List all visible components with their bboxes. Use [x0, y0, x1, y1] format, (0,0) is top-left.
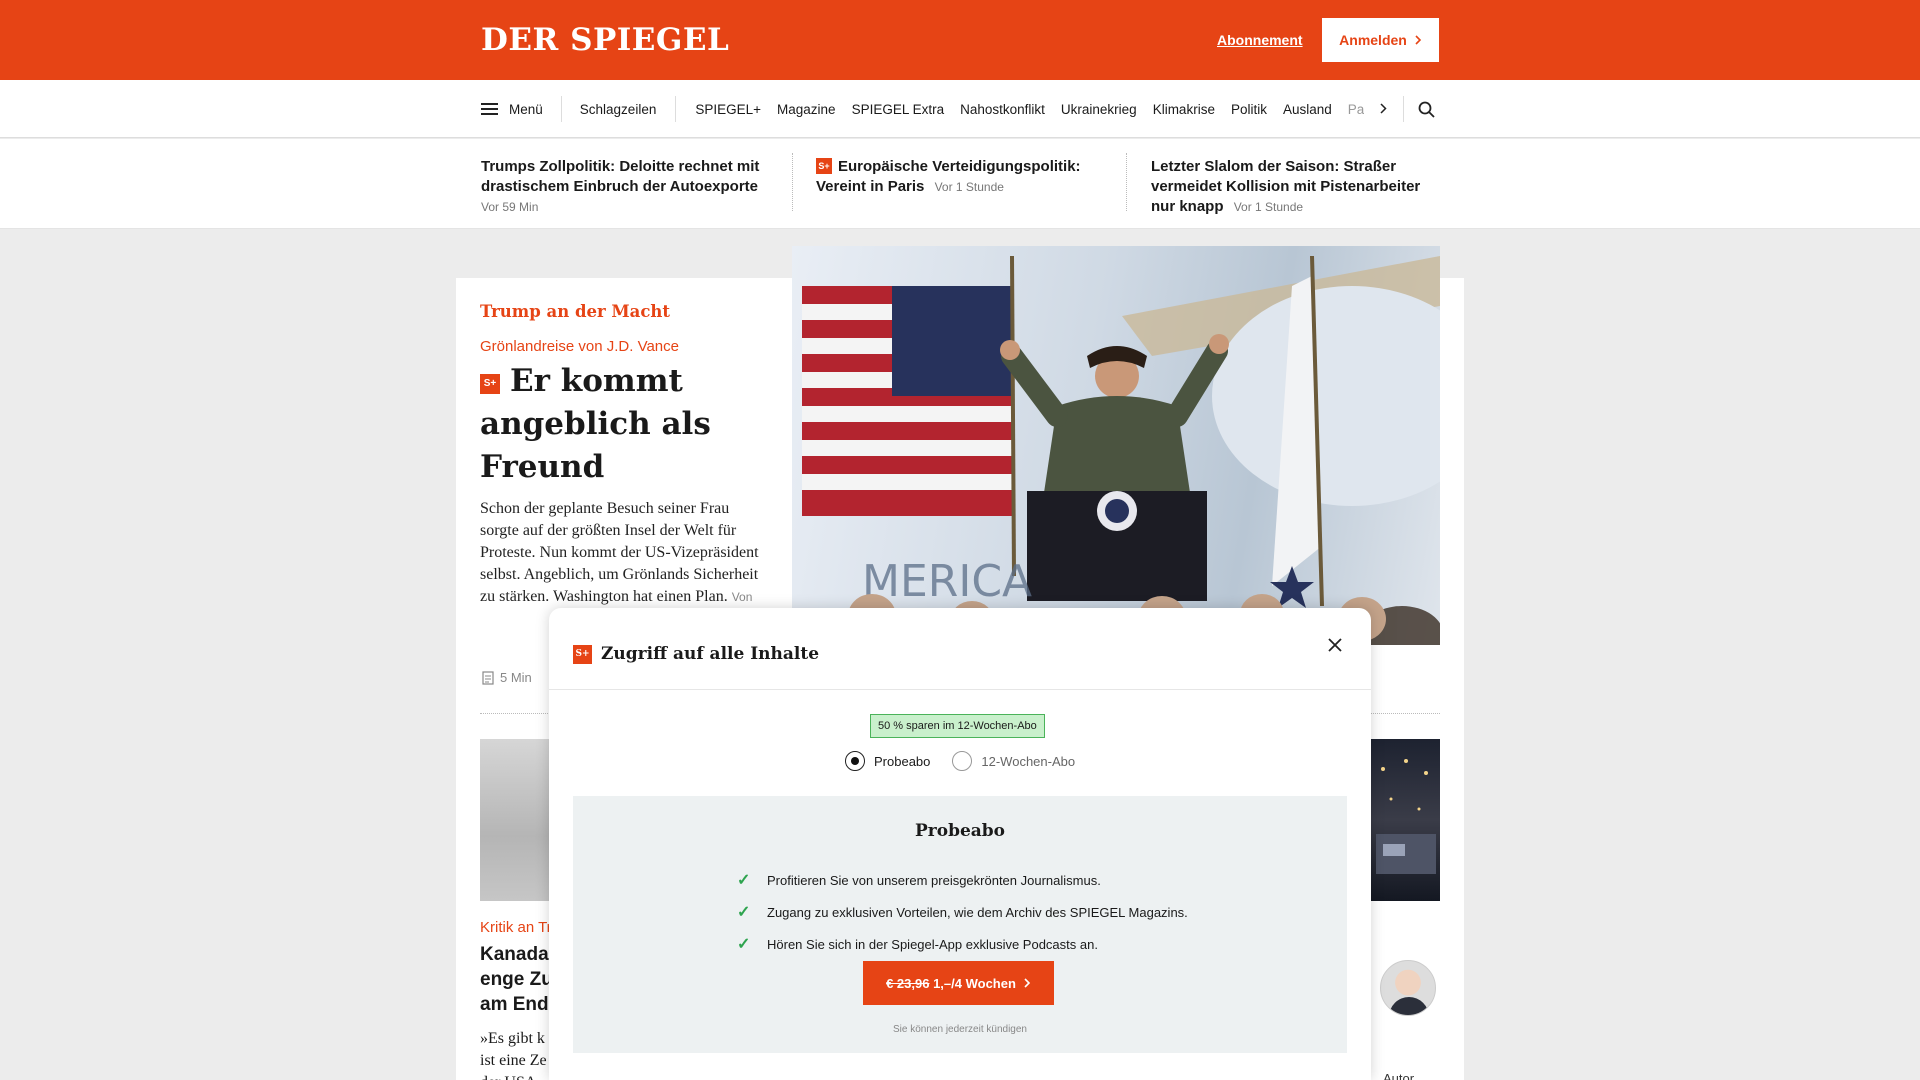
nav-item-schlagzeilen[interactable]: Schlagzeilen: [562, 96, 677, 122]
spiegel-logo[interactable]: DER SPIEGEL: [481, 22, 729, 58]
chevron-right-icon: [1024, 978, 1031, 988]
nav-item-spiegel-extra[interactable]: SPIEGEL Extra: [852, 102, 945, 117]
radio-label-probeabo: Probeabo: [874, 753, 931, 769]
spiegel-plus-icon: S+: [816, 158, 832, 174]
login-button[interactable]: Anmelden: [1322, 18, 1439, 62]
nav-item-nahostkonflikt[interactable]: Nahostkonflikt: [960, 102, 1045, 117]
article-image[interactable]: [1371, 739, 1440, 901]
author-caption: Autor: [1383, 1071, 1415, 1080]
modal-title: S+ Zugriff auf alle Inhalte: [573, 644, 819, 664]
cta-new-price: 1,–/4 Wochen: [933, 975, 1016, 991]
site-header: DER SPIEGEL Abonnement Anmelden: [0, 0, 1920, 80]
subscription-link[interactable]: Abonnement: [1217, 32, 1303, 48]
avatar-body: [1389, 997, 1429, 1015]
nav-item-ukrainekrieg[interactable]: Ukrainekrieg: [1061, 102, 1137, 117]
chevron-right-icon: [1415, 35, 1421, 45]
ticker-item[interactable]: Letzter Slalom der Saison: Straßer verme…: [1151, 157, 1441, 217]
read-time-label: 5 Min: [500, 670, 532, 685]
nav-scroll-right-button[interactable]: [1364, 96, 1405, 122]
checkmark-icon: ✓: [737, 904, 751, 921]
ticker-divider: [1126, 153, 1127, 211]
spiegel-plus-icon: S+: [480, 374, 500, 394]
ticker-divider: [792, 153, 793, 211]
document-icon: [482, 670, 494, 685]
search-icon: [1418, 101, 1435, 118]
subscription-modal: S+ Zugriff auf alle Inhalte 50 % sparen …: [549, 608, 1371, 1080]
menu-label: Menü: [509, 101, 543, 117]
modal-title-text: Zugriff auf alle Inhalte: [601, 644, 820, 664]
checkmark-icon: ✓: [737, 936, 751, 953]
main-navigation: Menü Schlagzeilen SPIEGEL+ Magazine SPIE…: [0, 80, 1920, 138]
radio-checked-icon: [845, 751, 865, 771]
modal-header: S+ Zugriff auf alle Inhalte: [549, 608, 1371, 690]
menu-button[interactable]: Menü: [481, 96, 562, 122]
radio-label-12-wochen-abo: 12-Wochen-Abo: [981, 753, 1076, 769]
benefit-item: ✓ Profitieren Sie von unserem preisgekrö…: [737, 864, 1188, 896]
subscribe-cta-button[interactable]: € 23,96 1,–/4 Wochen: [863, 961, 1054, 1005]
benefit-text: Hören Sie sich in der Spiegel-App exklus…: [767, 936, 1098, 952]
cta-price: € 23,96 1,–/4 Wochen: [886, 976, 1016, 991]
chevron-right-icon: [1380, 103, 1387, 114]
radio-unchecked-icon: [952, 751, 973, 771]
ticker-time: Vor 1 Stunde: [934, 180, 1004, 194]
article-teaser-line: ist eine Ze: [480, 1052, 547, 1069]
article-headline-line: Kanada: [480, 944, 549, 965]
close-icon: [1328, 638, 1342, 652]
nav-item-politik[interactable]: Politik: [1231, 102, 1267, 117]
article-kicker[interactable]: Kritik an Tr: [480, 919, 552, 936]
ticker-time: Vor 59 Min: [481, 200, 539, 214]
benefit-item: ✓ Zugang zu exklusiven Vorteilen, wie de…: [737, 896, 1188, 928]
benefit-list: ✓ Profitieren Sie von unserem preisgekrö…: [737, 864, 1188, 960]
read-time: 5 Min: [482, 670, 532, 685]
headline-ticker: Trumps Zollpolitik: Deloitte rechnet mit…: [0, 139, 1920, 229]
ticker-item[interactable]: S+ Europäische Verteidigungspolitik: Vere…: [816, 157, 1106, 197]
lead-teaser[interactable]: Schon der geplante Besuch seiner Frau so…: [480, 498, 765, 608]
benefit-text: Profitieren Sie von unserem preisgekrönt…: [767, 872, 1101, 888]
lead-kicker[interactable]: Trump an der Macht: [480, 302, 670, 321]
night-photo-illustration: [1376, 759, 1436, 874]
article-teaser-line: der USA: [480, 1072, 560, 1080]
ticker-item[interactable]: Trumps Zollpolitik: Deloitte rechnet mit…: [481, 157, 771, 217]
nav-item-ausland[interactable]: Ausland: [1283, 102, 1332, 117]
spiegel-plus-icon: S+: [573, 644, 592, 664]
lead-teaser-time: Von: [731, 590, 753, 604]
cancel-note: Sie können jederzeit kündigen: [893, 1024, 1027, 1035]
plan-selector: Probeabo 12-Wochen-Abo: [845, 751, 1097, 771]
article-headline-line: am End: [480, 994, 549, 1015]
nav-item-magazine[interactable]: Magazine: [777, 102, 836, 117]
offer-title: Probeabo: [914, 821, 1006, 841]
author-avatar[interactable]: [1380, 960, 1436, 1016]
lead-headline[interactable]: S+ Er kommt angeblich als Freund: [480, 360, 770, 489]
login-button-label: Anmelden: [1339, 32, 1407, 48]
radio-probeabo[interactable]: Probeabo: [845, 751, 930, 771]
article-teaser[interactable]: »Es gibt k ist eine Ze der USA: [480, 1028, 560, 1080]
hamburger-icon: [481, 103, 498, 115]
nav-item-spiegel-plus[interactable]: SPIEGEL+: [695, 102, 761, 117]
checkmark-icon: ✓: [737, 872, 751, 889]
ticker-title: Trumps Zollpolitik: Deloitte rechnet mit…: [481, 158, 760, 195]
offer-box: Probeabo ✓ Profitieren Sie von unserem p…: [573, 796, 1347, 1053]
search-button[interactable]: [1404, 101, 1448, 118]
article-headline-line: enge Zu: [480, 969, 553, 990]
benefit-text: Zugang zu exklusiven Vorteilen, wie dem …: [767, 904, 1188, 920]
lead-headline-text: Er kommt angeblich als Freund: [480, 363, 711, 485]
article-headline[interactable]: Kanada enge Zu am End: [480, 942, 560, 1017]
radio-12-wochen-abo[interactable]: 12-Wochen-Abo: [952, 751, 1075, 771]
lead-teaser-text: Schon der geplante Besuch seiner Frau so…: [480, 500, 759, 605]
benefit-item: ✓ Hören Sie sich in der Spiegel-App exkl…: [737, 928, 1188, 960]
nav-item-klimakrise[interactable]: Klimakrise: [1153, 102, 1215, 117]
hero-photo-illustration: MERICA: [792, 255, 1440, 645]
nav-item-panorama[interactable]: Panorama: [1348, 102, 1365, 117]
promo-badge: 50 % sparen im 12-Wochen-Abo: [870, 714, 1045, 738]
nav-links: SPIEGEL+ Magazine SPIEGEL Extra Nahostko…: [676, 102, 1364, 117]
lead-subkicker[interactable]: Grönlandreise von J.D. Vance: [480, 338, 679, 355]
lead-article-image[interactable]: MERICA: [792, 246, 1440, 645]
ticker-time: Vor 1 Stunde: [1233, 200, 1304, 214]
article-image[interactable]: [480, 739, 550, 901]
article-teaser-line: »Es gibt k: [480, 1030, 545, 1047]
cta-old-price: € 23,96: [886, 975, 930, 991]
close-button[interactable]: [1324, 634, 1346, 656]
